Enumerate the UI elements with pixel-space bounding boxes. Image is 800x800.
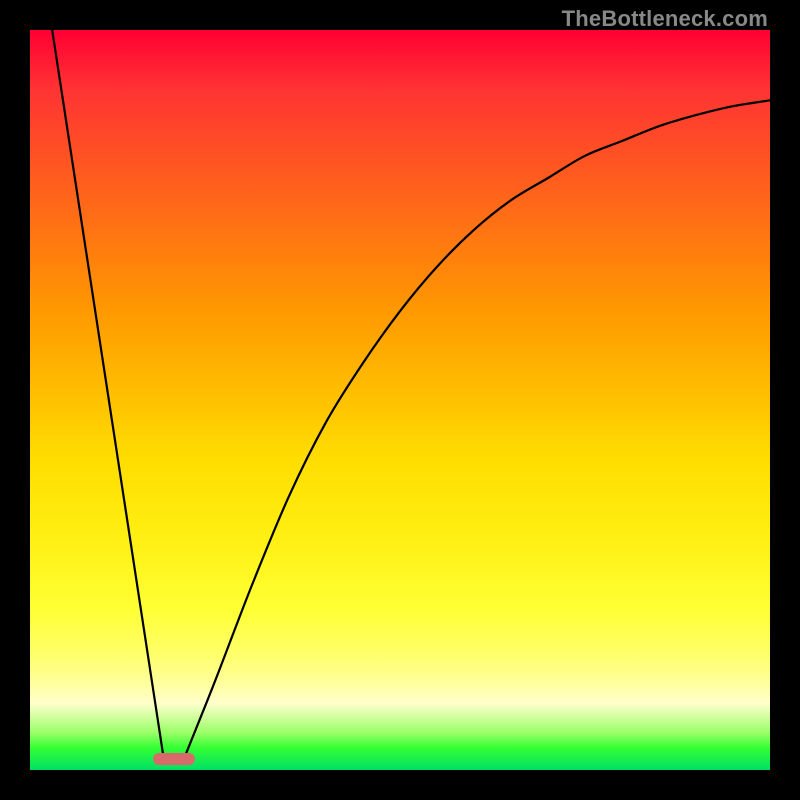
curve-left-branch xyxy=(52,30,163,755)
chart-frame: TheBottleneck.com xyxy=(0,0,800,800)
watermark-text: TheBottleneck.com xyxy=(562,6,768,32)
curve-right-branch xyxy=(185,100,770,755)
minimum-marker xyxy=(153,753,195,765)
chart-curves xyxy=(30,30,770,770)
